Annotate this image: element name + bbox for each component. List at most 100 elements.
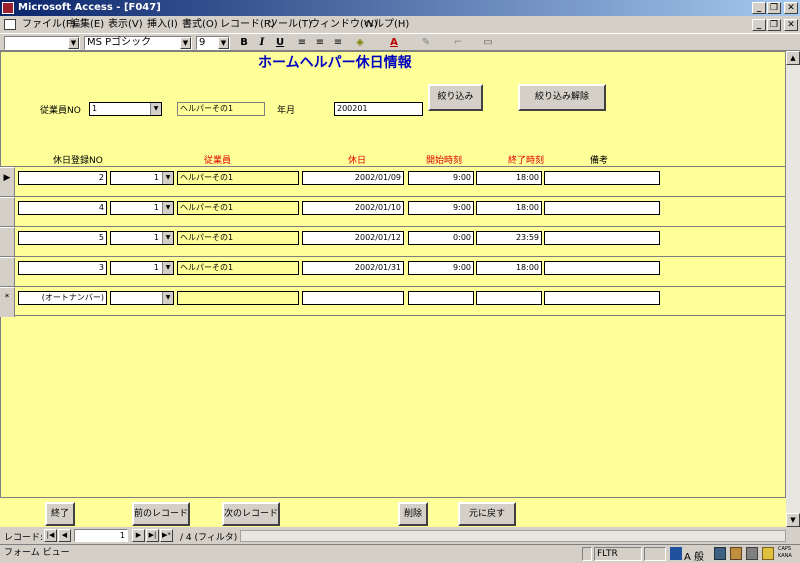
holiday-no-field[interactable]: 5 <box>18 231 107 245</box>
menu-view[interactable]: 表示(V) <box>106 17 145 32</box>
doc-close-button[interactable]: ✕ <box>784 19 798 31</box>
tools-icon[interactable] <box>746 547 758 560</box>
menu-insert[interactable]: 挿入(I) <box>145 17 180 32</box>
scroll-up-icon[interactable]: ▲ <box>786 51 800 65</box>
close-form-button[interactable]: 終了 <box>45 502 75 526</box>
ime-mode[interactable]: A 般 <box>684 548 704 563</box>
menu-help[interactable]: ヘルプ(H) <box>362 17 411 32</box>
start-time-field[interactable] <box>408 291 474 305</box>
caps-indicator: CAPS <box>778 546 792 552</box>
last-record-icon[interactable]: ▶| <box>146 529 159 542</box>
first-record-icon[interactable]: |◀ <box>44 529 57 542</box>
chevron-down-icon[interactable]: ▼ <box>218 37 229 49</box>
end-time-field[interactable]: 18:00 <box>476 171 542 185</box>
delete-button[interactable]: 削除 <box>398 502 428 526</box>
title-bar: Microsoft Access - [F047] _ ❐ ✕ <box>0 0 800 16</box>
ime-pad-icon[interactable] <box>714 547 726 560</box>
minimize-button[interactable]: _ <box>752 2 766 14</box>
next-record-icon[interactable]: ▶ <box>132 529 145 542</box>
note-field[interactable] <box>544 261 660 275</box>
current-record-input[interactable]: 1 <box>74 529 128 542</box>
end-time-field[interactable]: 18:00 <box>476 261 542 275</box>
employee-combo[interactable]: 1 ▼ <box>110 201 174 215</box>
doc-minimize-button[interactable]: _ <box>752 19 766 31</box>
menu-edit[interactable]: 編集(E) <box>68 17 106 32</box>
new-record-icon[interactable]: ▶* <box>160 529 173 542</box>
menu-tools[interactable]: ツール(T) <box>266 17 314 32</box>
undo-button[interactable]: 元に戻す <box>458 502 516 526</box>
form-icon[interactable] <box>4 19 16 30</box>
holiday-no-field[interactable]: 4 <box>18 201 107 215</box>
scroll-down-icon[interactable]: ▼ <box>786 513 800 527</box>
end-time-field[interactable]: 23:59 <box>476 231 542 245</box>
prev-record-icon[interactable]: ◀ <box>58 529 71 542</box>
next-record-button[interactable]: 次のレコード <box>222 502 280 526</box>
restore-button[interactable]: ❐ <box>767 2 781 14</box>
new-record-selector[interactable]: * <box>0 287 15 317</box>
note-field[interactable] <box>544 291 660 305</box>
previous-record-button[interactable]: 前のレコード <box>132 502 190 526</box>
employee-combo[interactable]: 1 ▼ <box>110 171 174 185</box>
horizontal-scrollbar[interactable] <box>240 530 786 542</box>
start-time-field[interactable]: 9:00 <box>408 261 474 275</box>
holiday-date-field[interactable]: 2002/01/31 <box>302 261 404 275</box>
record-selector[interactable] <box>0 227 15 257</box>
chevron-down-icon[interactable]: ▼ <box>162 172 173 184</box>
underline-button[interactable]: U <box>272 36 288 50</box>
end-time-field[interactable]: 18:00 <box>476 201 542 215</box>
holiday-date-field[interactable]: 2002/01/10 <box>302 201 404 215</box>
chevron-down-icon[interactable]: ▼ <box>162 292 173 304</box>
align-left-icon[interactable]: ≡ <box>294 36 310 50</box>
holiday-no-field[interactable]: 3 <box>18 261 107 275</box>
start-time-field[interactable]: 9:00 <box>408 201 474 215</box>
filter-button[interactable]: 絞り込み <box>428 84 483 111</box>
align-right-icon[interactable]: ≡ <box>330 36 346 50</box>
fill-color-icon[interactable]: ◈ <box>352 36 368 50</box>
font-color-icon[interactable]: A <box>386 36 402 50</box>
object-combo[interactable]: ▼ <box>4 36 80 50</box>
end-time-field[interactable] <box>476 291 542 305</box>
note-field[interactable] <box>544 231 660 245</box>
vertical-scrollbar[interactable]: ▲ ▼ <box>786 51 800 527</box>
border-width-icon[interactable]: ⌐ <box>450 36 466 50</box>
chevron-down-icon[interactable]: ▼ <box>162 262 173 274</box>
font-combo[interactable]: MS Pゴシック ▼ <box>84 36 192 50</box>
chevron-down-icon[interactable]: ▼ <box>162 232 173 244</box>
bold-button[interactable]: B <box>236 36 252 50</box>
record-selector[interactable] <box>0 257 15 287</box>
start-time-field[interactable]: 0:00 <box>408 231 474 245</box>
employee-combo[interactable]: 1 ▼ <box>110 261 174 275</box>
font-size-combo[interactable]: 9 ▼ <box>196 36 230 50</box>
ime-icon[interactable] <box>670 547 682 560</box>
italic-button[interactable]: I <box>254 36 270 50</box>
align-center-icon[interactable]: ≡ <box>312 36 328 50</box>
record-selector[interactable] <box>0 197 15 227</box>
clear-filter-button[interactable]: 絞り込み解除 <box>518 84 606 111</box>
employee-combo[interactable]: ▼ <box>110 291 174 305</box>
chevron-down-icon[interactable]: ▼ <box>180 37 191 49</box>
access-app-icon[interactable] <box>2 2 14 14</box>
holiday-no-autonumber[interactable]: (オートナンバー) <box>18 291 107 305</box>
start-time-field[interactable]: 9:00 <box>408 171 474 185</box>
holiday-no-field[interactable]: 2 <box>18 171 107 185</box>
chevron-down-icon[interactable]: ▼ <box>68 37 79 49</box>
holiday-date-field[interactable] <box>302 291 404 305</box>
employee-no-combo[interactable]: 1 ▼ <box>89 102 162 116</box>
year-month-input[interactable]: 200201 <box>334 102 423 116</box>
close-button[interactable]: ✕ <box>784 2 798 14</box>
line-color-icon[interactable]: ✎ <box>418 36 434 50</box>
holiday-date-field[interactable]: 2002/01/09 <box>302 171 404 185</box>
menu-format[interactable]: 書式(O) <box>180 17 220 32</box>
employee-combo[interactable]: 1 ▼ <box>110 231 174 245</box>
holiday-date-field[interactable]: 2002/01/12 <box>302 231 404 245</box>
note-field[interactable] <box>544 171 660 185</box>
doc-restore-button[interactable]: ❐ <box>767 19 781 31</box>
special-effect-icon[interactable]: ▭ <box>480 36 496 50</box>
form-footer: 終了 前のレコード 次のレコード 削除 元に戻す <box>0 497 786 527</box>
chevron-down-icon[interactable]: ▼ <box>162 202 173 214</box>
record-selector[interactable]: ▶ <box>0 167 15 197</box>
dictionary-icon[interactable] <box>730 547 742 560</box>
note-field[interactable] <box>544 201 660 215</box>
help-icon[interactable] <box>762 547 774 560</box>
chevron-down-icon[interactable]: ▼ <box>150 103 161 115</box>
